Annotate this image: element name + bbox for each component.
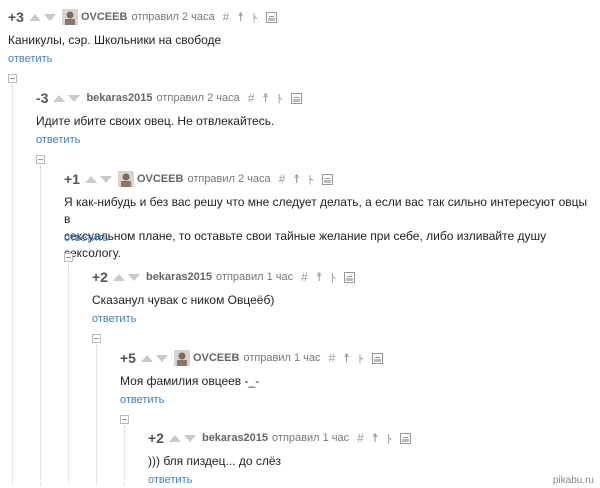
rating: +2 [148, 430, 164, 446]
hash-link-icon[interactable]: # [248, 91, 255, 105]
thread-line [124, 426, 125, 486]
thread-line [68, 264, 69, 484]
collapse-toggle[interactable] [92, 334, 101, 343]
pin-icon[interactable]: ☨ [343, 351, 350, 365]
upvote-arrow-icon[interactable] [84, 175, 97, 183]
comment-time: отправил 1 час [243, 352, 321, 364]
hash-link-icon[interactable]: # [357, 431, 364, 445]
comment-text: Моя фамилия овцеев -_- [120, 374, 260, 388]
avatar[interactable] [61, 9, 78, 25]
reply-link[interactable]: ответить [148, 474, 192, 486]
upvote-arrow-icon[interactable] [168, 434, 181, 442]
comment-text: Я как-нибудь и без вас решу что мне след… [64, 194, 594, 262]
save-icon[interactable] [321, 173, 333, 185]
comment-header: +5 OVCEEB отправил 1 час # ☨ ﾄ [120, 349, 383, 367]
avatar[interactable] [173, 350, 190, 366]
comment-header: -3 bekaras2015 отправил 2 часа # ☨ ﾄ [36, 89, 302, 107]
collapse-toggle[interactable] [120, 415, 129, 424]
thread-line [12, 85, 13, 485]
author-name[interactable]: OVCEEB [81, 11, 127, 23]
comment-header: +2 bekaras2015 отправил 1 час # ☨ ﾄ [92, 268, 356, 286]
comment-header: +2 bekaras2015 отправил 1 час # ☨ ﾄ [148, 429, 412, 447]
rating: +1 [64, 171, 80, 187]
link-icon[interactable]: ﾄ [330, 269, 336, 286]
author-name[interactable]: bekaras2015 [202, 432, 268, 444]
pin-icon[interactable]: ☨ [293, 172, 300, 186]
downvote-arrow-icon[interactable] [99, 175, 112, 183]
comment-time: отправил 2 часа [156, 92, 240, 104]
hash-link-icon[interactable]: # [223, 10, 230, 24]
reply-link[interactable]: ответить [8, 53, 52, 65]
author-name[interactable]: bekaras2015 [86, 92, 152, 104]
upvote-arrow-icon[interactable] [28, 13, 41, 21]
collapse-toggle[interactable] [64, 253, 73, 262]
save-icon[interactable] [371, 352, 383, 364]
downvote-arrow-icon[interactable] [155, 354, 168, 362]
save-icon[interactable] [265, 11, 277, 23]
comment-time: отправил 1 час [216, 271, 294, 283]
rating: +2 [92, 269, 108, 285]
pin-icon[interactable]: ☨ [316, 270, 323, 284]
downvote-arrow-icon[interactable] [68, 94, 81, 102]
comment-text-line: Я как-нибудь и без вас решу что мне след… [64, 195, 588, 226]
author-name[interactable]: OVCEEB [193, 352, 239, 364]
save-icon[interactable] [400, 432, 412, 444]
author-name[interactable]: bekaras2015 [146, 271, 212, 283]
reply-link[interactable]: ответить [120, 394, 164, 406]
upvote-arrow-icon[interactable] [53, 94, 66, 102]
upvote-arrow-icon[interactable] [112, 273, 125, 281]
comment-header: +3 OVCEEB отправил 2 часа # ☨ ﾄ [8, 8, 277, 26]
downvote-arrow-icon[interactable] [127, 273, 140, 281]
collapse-toggle[interactable] [36, 155, 45, 164]
comment-time: отправил 2 часа [131, 11, 215, 23]
hash-link-icon[interactable]: # [279, 172, 286, 186]
comment-text: Идите ибите своих овец. Не отвлекайтесь. [36, 114, 275, 128]
thread-line [96, 345, 97, 485]
comment-text: ))) бля пиздец... до слёз [148, 454, 282, 468]
thread-line [40, 166, 41, 486]
comment-text: Сказанул чувак с ником Овцеёб) [92, 293, 275, 307]
rating: +3 [8, 9, 24, 25]
watermark: pikabu.ru [552, 475, 594, 486]
link-icon[interactable]: ﾄ [358, 350, 364, 367]
rating: -3 [36, 90, 49, 106]
hash-link-icon[interactable]: # [301, 270, 308, 284]
pin-icon[interactable]: ☨ [262, 91, 269, 105]
downvote-arrow-icon[interactable] [183, 434, 196, 442]
reply-link[interactable]: ответить [64, 232, 108, 244]
link-icon[interactable]: ﾄ [308, 171, 314, 188]
link-icon[interactable]: ﾄ [252, 9, 258, 26]
reply-link[interactable]: ответить [92, 313, 136, 325]
comment-text: Каникулы, сэр. Школьники на свободе [8, 33, 222, 47]
pin-icon[interactable]: ☨ [237, 10, 244, 24]
comment-time: отправил 2 часа [187, 173, 271, 185]
collapse-toggle[interactable] [8, 74, 17, 83]
comment-time: отправил 1 час [272, 432, 350, 444]
avatar[interactable] [117, 171, 134, 187]
save-icon[interactable] [344, 271, 356, 283]
upvote-arrow-icon[interactable] [140, 354, 153, 362]
pin-icon[interactable]: ☨ [372, 431, 379, 445]
author-name[interactable]: OVCEEB [137, 173, 183, 185]
hash-link-icon[interactable]: # [329, 351, 336, 365]
reply-link[interactable]: ответить [36, 134, 80, 146]
link-icon[interactable]: ﾄ [386, 430, 392, 447]
comment-header: +1 OVCEEB отправил 2 часа # ☨ ﾄ [64, 170, 333, 188]
comment-text-line: сексуальном плане, то оставьте свои тайн… [64, 229, 547, 260]
downvote-arrow-icon[interactable] [43, 13, 56, 21]
rating: +5 [120, 350, 136, 366]
save-icon[interactable] [290, 92, 302, 104]
link-icon[interactable]: ﾄ [277, 90, 283, 107]
